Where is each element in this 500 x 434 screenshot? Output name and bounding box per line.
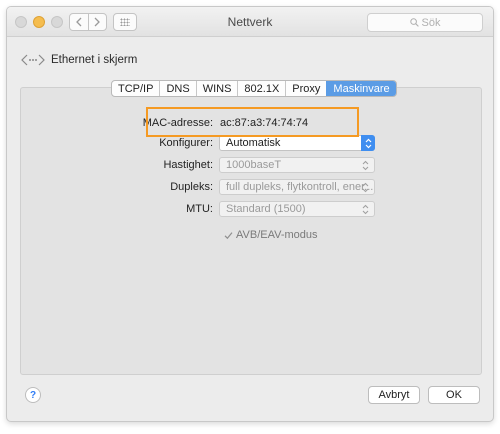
- speed-row: Hastighet: 1000baseT: [7, 157, 493, 173]
- up-down-chevron-icon: [365, 138, 371, 148]
- settings-tabs: TCP/IP DNS WINS 802.1X Proxy Maskinvare: [111, 80, 397, 97]
- network-preferences-window: Nettverk Sök Ethernet i skjerm TCP/IP DN…: [6, 6, 494, 422]
- search-icon: [409, 18, 419, 27]
- duplex-value: full dupleks, flytkontroll, ener...: [226, 181, 374, 193]
- search-placeholder: Sök: [421, 16, 441, 29]
- search-field[interactable]: Sök: [367, 13, 483, 32]
- service-name: Ethernet i skjerm: [51, 54, 138, 66]
- ok-button[interactable]: OK: [428, 386, 480, 404]
- up-down-chevron-icon: [362, 182, 369, 193]
- configure-popup[interactable]: Automatisk: [219, 135, 375, 151]
- configure-chevron-box: [361, 135, 375, 151]
- title-bar: Nettverk Sök: [7, 7, 493, 37]
- mtu-popup[interactable]: Standard (1500): [219, 201, 375, 217]
- help-button[interactable]: ?: [25, 387, 41, 403]
- tab-dns[interactable]: DNS: [159, 81, 195, 96]
- speed-label: Hastighet:: [163, 159, 213, 171]
- ethernet-icon: [21, 54, 45, 66]
- speed-popup[interactable]: 1000baseT: [219, 157, 375, 173]
- tab-proxy[interactable]: Proxy: [285, 81, 326, 96]
- up-down-chevron-icon: [362, 160, 369, 171]
- duplex-label: Dupleks:: [170, 181, 213, 193]
- avb-eav-label: AVB/EAV-modus: [236, 229, 318, 241]
- service-header: Ethernet i skjerm: [21, 53, 137, 67]
- tab-wins[interactable]: WINS: [195, 81, 238, 96]
- mtu-label: MTU:: [186, 203, 213, 215]
- avb-eav-checkbox[interactable]: AVB/EAV-modus: [223, 229, 318, 241]
- up-down-chevron-icon: [362, 204, 369, 215]
- checkmark-icon: [223, 230, 233, 240]
- tab-hardware[interactable]: Maskinvare: [326, 81, 396, 96]
- mtu-value: Standard (1500): [226, 203, 306, 215]
- cancel-button[interactable]: Avbryt: [368, 386, 420, 404]
- duplex-popup[interactable]: full dupleks, flytkontroll, ener...: [219, 179, 375, 195]
- tab-8021x[interactable]: 802.1X: [237, 81, 285, 96]
- configure-label: Konfigurer:: [159, 137, 213, 149]
- configure-row: Konfigurer: Automatisk: [7, 135, 493, 151]
- mac-address-highlight-box: [146, 107, 359, 137]
- mtu-row: MTU: Standard (1500): [7, 201, 493, 217]
- duplex-row: Dupleks: full dupleks, flytkontroll, ene…: [7, 179, 493, 195]
- configure-value: Automatisk: [226, 137, 281, 149]
- speed-value: 1000baseT: [226, 159, 282, 171]
- tab-tcpip[interactable]: TCP/IP: [112, 81, 159, 96]
